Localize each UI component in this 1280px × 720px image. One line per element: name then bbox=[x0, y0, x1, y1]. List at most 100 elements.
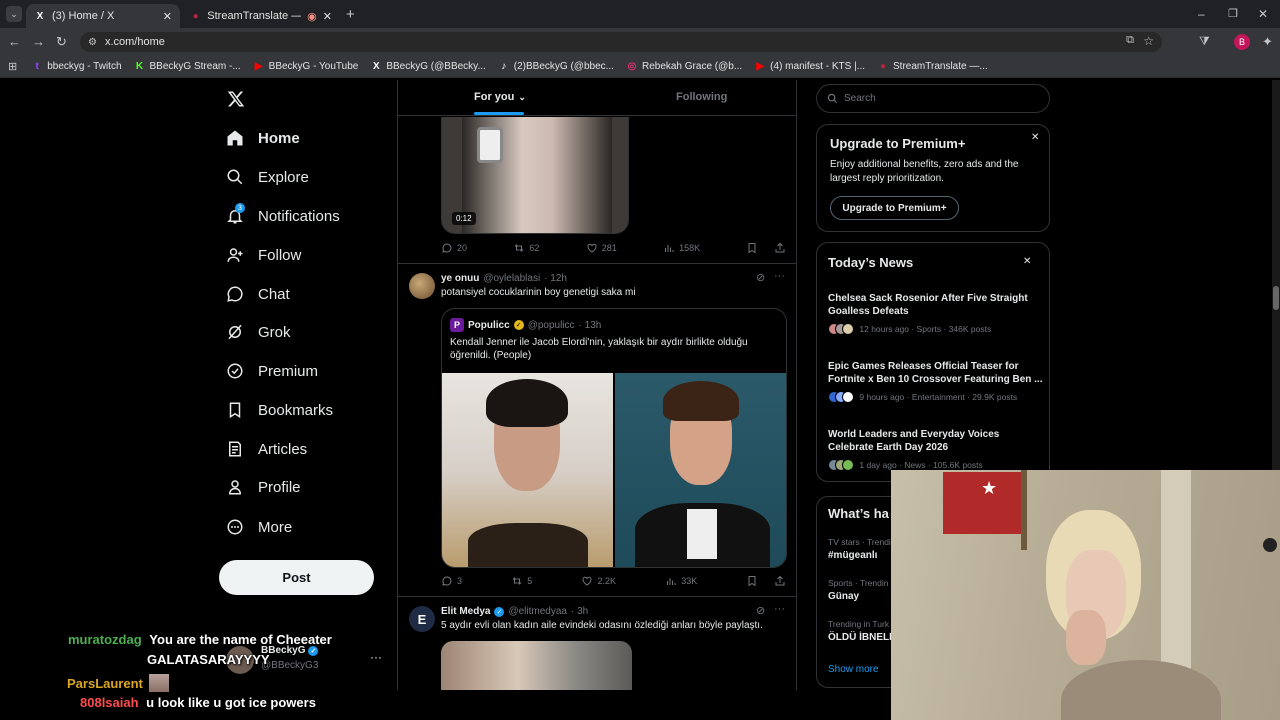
post-more-icon[interactable]: ··· bbox=[774, 270, 785, 282]
scrollbar-thumb[interactable] bbox=[1273, 286, 1279, 310]
quoted-post[interactable]: P Populicc ✓ @populicc · 13h Kendall Jen… bbox=[441, 308, 787, 568]
trend-item[interactable]: Trending in Turk ÖLDÜ İBNELE bbox=[828, 619, 896, 643]
show-more-link[interactable]: Show more bbox=[828, 664, 879, 675]
jacob-photo[interactable] bbox=[615, 373, 786, 567]
reply-icon bbox=[442, 576, 452, 586]
cast-icon[interactable]: ⧉ bbox=[1126, 34, 1134, 47]
site-info-icon[interactable]: ⚙ bbox=[88, 37, 97, 48]
chat-emote bbox=[148, 674, 169, 692]
bookmark-item[interactable]: ▶ BBeckyG - YouTube bbox=[253, 61, 359, 73]
bookmark-item[interactable]: X BBeckyG (@BBecky... bbox=[370, 61, 486, 73]
like-button[interactable]: 2.2K bbox=[581, 575, 616, 587]
scrollbar-track[interactable] bbox=[1272, 80, 1280, 470]
bookmark-label: Rebekah Grace (@b... bbox=[641, 61, 743, 72]
profile-avatar[interactable]: B bbox=[1234, 34, 1250, 50]
bookmark-item[interactable]: K BBeckyG Stream -... bbox=[134, 61, 241, 73]
bookmark-favicon-icon: ▶ bbox=[254, 61, 263, 72]
post-avatar[interactable]: E bbox=[409, 606, 435, 632]
extensions-icon[interactable]: ⧩ bbox=[1199, 34, 1210, 49]
back-icon[interactable]: ← bbox=[8, 34, 21, 49]
bookmark-item[interactable]: ◎ Rebekah Grace (@b... bbox=[626, 61, 743, 73]
like-button[interactable]: 281 bbox=[586, 242, 617, 254]
news-headline-text: Epic Games Releases Official Teaser for … bbox=[828, 361, 1043, 385]
nav-articles[interactable]: Articles bbox=[226, 440, 307, 458]
repost-button[interactable]: 5 bbox=[511, 575, 532, 587]
bookmark-label: BBeckyG Stream -... bbox=[149, 61, 241, 72]
account-more-icon[interactable]: ··· bbox=[370, 650, 382, 664]
bookmark-label: StreamTranslate —... bbox=[893, 61, 988, 72]
bookmark-item[interactable]: ▶ (4) manifest - KTS |... bbox=[754, 61, 865, 73]
news-headline: Chelsea Sack Rosenior After Five Straigh… bbox=[828, 293, 1028, 317]
search-box[interactable]: Search bbox=[816, 84, 1050, 113]
minimize-icon[interactable]: – bbox=[1198, 7, 1205, 21]
forward-icon[interactable]: → bbox=[32, 34, 45, 49]
new-tab-icon[interactable]: + bbox=[346, 6, 355, 23]
post-author[interactable]: ye onuu bbox=[441, 273, 479, 284]
views-button[interactable]: 158K bbox=[663, 242, 700, 254]
verified-badge-icon bbox=[227, 363, 243, 379]
close-icon[interactable]: ✕ bbox=[1031, 132, 1039, 143]
tab-title: StreamTranslate — Real-Tim bbox=[207, 10, 302, 22]
bookmark-star-icon[interactable]: ☆ bbox=[1143, 34, 1154, 48]
nav-home[interactable]: Home bbox=[226, 129, 300, 147]
tab-x-home[interactable]: X (3) Home / X ✕ bbox=[26, 4, 180, 28]
tab-streamtranslate[interactable]: ● StreamTranslate — Real-Tim ◉ ✕ bbox=[182, 4, 340, 28]
gold-verified-icon: ✓ bbox=[513, 320, 524, 330]
nav-label: Chat bbox=[258, 285, 290, 303]
post-time[interactable]: · 12h bbox=[544, 273, 567, 284]
news-item[interactable]: World Leaders and Everyday Voices Celebr… bbox=[828, 428, 1043, 471]
repost-button[interactable]: 62 bbox=[513, 242, 539, 254]
url-text: x.com/home bbox=[104, 36, 165, 48]
address-bar[interactable]: ⚙ x.com/home ⧉ ☆ bbox=[80, 32, 1162, 52]
post-handle[interactable]: @oylelablasi bbox=[483, 273, 540, 284]
views-button[interactable]: 33K bbox=[665, 575, 697, 587]
apps-grid-icon[interactable]: ⊞ bbox=[8, 60, 17, 73]
post-author[interactable]: Elit Medya bbox=[441, 606, 490, 617]
nav-more[interactable]: More bbox=[226, 518, 292, 536]
grok-post-icon[interactable]: ⊘ bbox=[756, 271, 765, 284]
post-more-icon[interactable]: ··· bbox=[774, 603, 785, 615]
tab-search-icon[interactable]: ⌄ bbox=[6, 6, 22, 22]
reload-icon[interactable]: ↻ bbox=[56, 34, 67, 50]
person-add-icon bbox=[227, 248, 243, 262]
post-time[interactable]: · 3h bbox=[571, 606, 588, 617]
nav-premium[interactable]: Premium bbox=[226, 362, 318, 380]
nav-profile[interactable]: Profile bbox=[226, 478, 301, 496]
gemini-icon[interactable]: ✦ bbox=[1262, 34, 1273, 50]
close-tab-icon[interactable]: ✕ bbox=[163, 10, 172, 23]
trend-item[interactable]: TV stars · Trendi #mügeanlı bbox=[828, 537, 891, 561]
bookmark-button[interactable] bbox=[746, 575, 786, 587]
bookmark-item[interactable]: t bbeckyg - Twitch bbox=[31, 61, 122, 73]
nav-bookmarks[interactable]: Bookmarks bbox=[226, 401, 333, 419]
post-image[interactable] bbox=[441, 641, 632, 690]
bookmark-item[interactable]: ♪ (2)BBeckyG (@bbec... bbox=[498, 61, 614, 73]
bookmark-button[interactable] bbox=[746, 242, 786, 254]
reply-button[interactable]: 3 bbox=[441, 575, 462, 587]
bookmark-label: BBeckyG (@BBecky... bbox=[386, 61, 486, 72]
post-avatar[interactable] bbox=[409, 273, 435, 299]
nav-label: Articles bbox=[258, 440, 308, 458]
tab-following[interactable]: Following bbox=[676, 91, 727, 103]
restore-icon[interactable]: ❐ bbox=[1228, 7, 1238, 20]
nav-explore[interactable]: Explore bbox=[226, 168, 309, 186]
x-logo-icon[interactable] bbox=[227, 90, 245, 108]
post-video[interactable]: 0:12 bbox=[441, 117, 629, 234]
kendall-photo[interactable] bbox=[442, 373, 613, 567]
nav-chat[interactable]: Chat bbox=[226, 285, 290, 303]
close-icon[interactable]: ✕ bbox=[1023, 256, 1031, 267]
grok-post-icon[interactable]: ⊘ bbox=[756, 604, 765, 617]
post-button[interactable]: Post bbox=[219, 560, 374, 595]
news-item[interactable]: Epic Games Releases Official Teaser for … bbox=[828, 360, 1043, 403]
tab-for-you[interactable]: For you ⌄ bbox=[474, 91, 526, 103]
close-tab-icon[interactable]: ✕ bbox=[323, 10, 332, 23]
news-item[interactable]: Chelsea Sack Rosenior After Five Straigh… bbox=[828, 292, 1043, 335]
bookmark-item[interactable]: ● StreamTranslate —... bbox=[877, 61, 988, 73]
reply-button[interactable]: 20 bbox=[441, 242, 467, 254]
upgrade-premium-button[interactable]: Upgrade to Premium+ bbox=[830, 196, 959, 220]
nav-grok[interactable]: Grok bbox=[226, 323, 291, 341]
post-handle[interactable]: @elitmedyaa bbox=[508, 606, 567, 617]
nav-notifications[interactable]: 3 Notifications bbox=[226, 203, 340, 225]
nav-follow[interactable]: Follow bbox=[226, 246, 301, 264]
trend-item[interactable]: Sports · Trendin Günay bbox=[828, 578, 888, 602]
window-close-icon[interactable]: ✕ bbox=[1258, 7, 1268, 21]
